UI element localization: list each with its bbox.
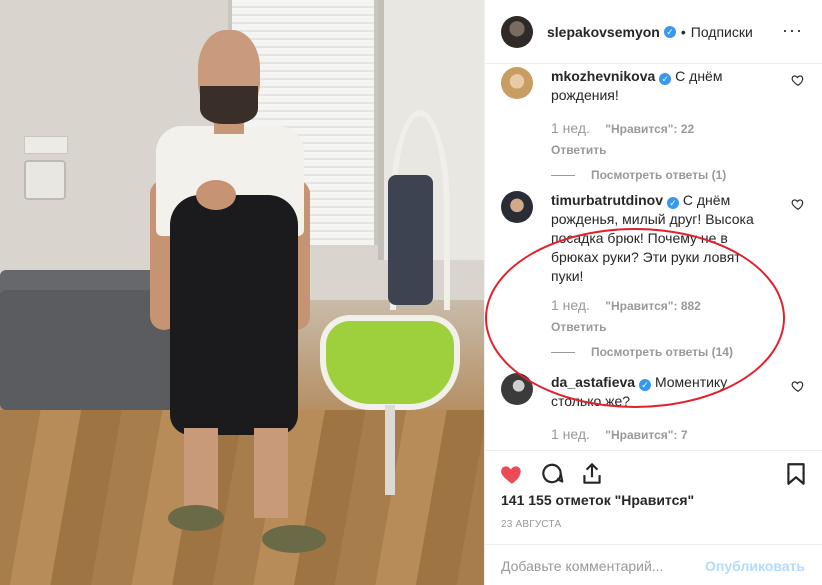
comment-like-icon[interactable] [791,197,805,211]
author-username[interactable]: slepakovsemyon [547,24,660,40]
replies-line [551,175,575,176]
comment-time: 1 нед. [551,297,590,313]
bookmark-icon[interactable] [783,461,809,487]
left-shoe [168,505,224,531]
beard [200,86,258,124]
comment-bubble-icon[interactable] [539,461,565,487]
wall-phone [24,160,66,200]
comment-like-icon[interactable] [791,379,805,393]
like-heart-icon[interactable] [499,461,525,487]
verified-badge-icon: ✓ [663,25,676,38]
following-button[interactable]: Подписки [691,24,753,40]
comment-input[interactable] [501,555,701,577]
right-shoe [262,525,326,553]
comment-meta: 1 нед. "Нравится": 7 [551,425,771,445]
person [150,30,326,560]
comment-username[interactable]: mkozhevnikova [551,68,655,84]
author-avatar[interactable] [501,15,533,48]
post-actions [485,450,822,498]
view-replies-button[interactable]: Посмотреть ответы (1) [551,166,771,185]
post-date: 23 АВГУСТА [501,519,562,530]
total-likes[interactable]: 141 155 отметок "Нравится" [501,492,694,508]
replies-line [551,352,575,353]
comment-body: mkozhevnikova ✓ С днём рождения! 1 нед. "… [551,67,771,185]
separator-dot: • [680,23,686,40]
view-replies-label: Посмотреть ответы (14) [591,345,733,359]
post-panel: slepakovsemyon ✓ • Подписки ··· mkozhevn… [484,0,822,585]
post-photo[interactable] [0,0,484,585]
reply-button[interactable]: Ответить [551,318,771,337]
more-options-icon[interactable]: ··· [782,20,803,41]
black-pants [170,195,298,435]
comment-likes[interactable]: "Нравится": 22 [605,122,694,136]
reply-button[interactable]: Ответить [551,141,771,160]
comment-likes[interactable]: "Нравится": 7 [605,428,687,442]
commenter-avatar[interactable] [501,373,533,405]
comment-meta: 1 нед. "Нравится": 22 Ответить [551,119,771,160]
share-icon[interactable] [579,461,605,487]
hand [196,180,236,210]
commenter-avatar[interactable] [501,191,533,223]
verified-badge-icon: ✓ [639,379,652,391]
green-chair [320,315,460,410]
view-replies-button[interactable]: Посмотреть ответы (14) [551,343,771,362]
comment-time: 1 нед. [551,120,590,136]
comment-username[interactable]: da_astafieva [551,374,635,390]
publish-button[interactable]: Опубликовать [705,558,805,574]
verified-badge-icon: ✓ [659,73,672,85]
comment-time: 1 нед. [551,426,590,442]
jacket [388,175,433,305]
view-replies-label: Посмотреть ответы (1) [591,168,727,182]
comment-body: da_astafieva ✓ Моментику столько же? 1 не… [551,373,771,445]
comment-username[interactable]: timurbatrutdinov [551,192,663,208]
verified-badge-icon: ✓ [667,197,679,209]
post-header: slepakovsemyon ✓ • Подписки ··· [485,0,822,64]
add-comment-bar: Опубликовать [485,544,822,585]
chair-leg [385,405,395,495]
comment-likes[interactable]: "Нравится": 882 [605,299,701,313]
comments-list[interactable]: mkozhevnikova ✓ С днём рождения! 1 нед. "… [485,65,822,450]
wall-outlet [24,136,68,154]
right-leg [254,428,288,518]
comment-body: timurbatrutdinov ✓ С днём рожденья, милый… [551,191,771,362]
comment-meta: 1 нед. "Нравится": 882 Ответить [551,296,771,337]
comment-like-icon[interactable] [791,73,805,87]
commenter-avatar[interactable] [501,67,533,99]
